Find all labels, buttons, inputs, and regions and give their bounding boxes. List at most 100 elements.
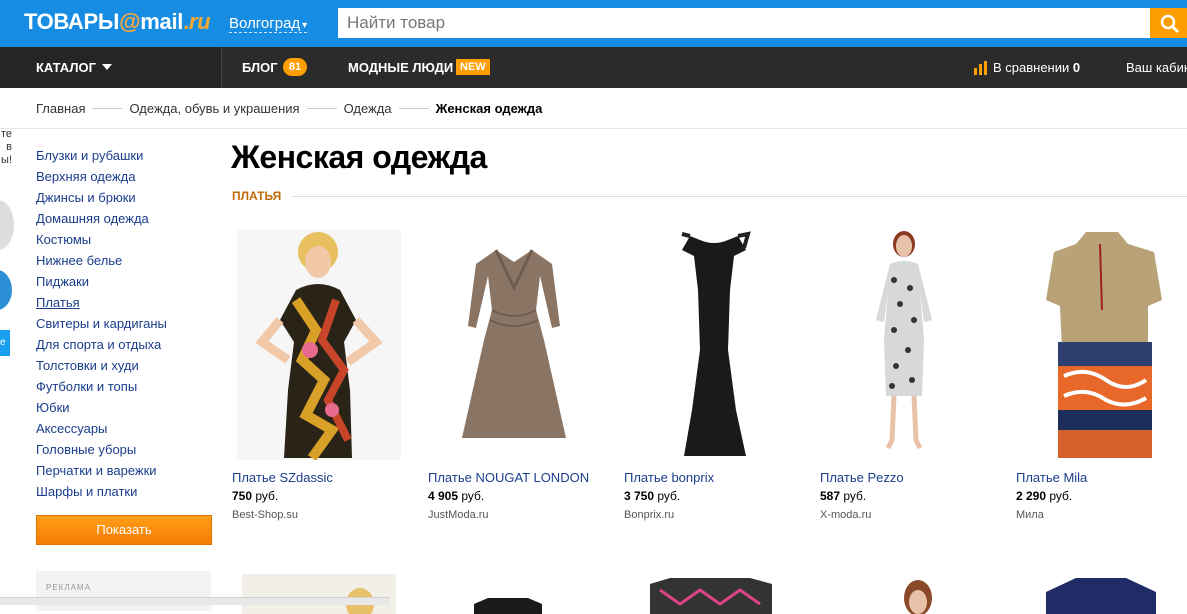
product-thumbnail	[1046, 578, 1156, 614]
breadcrumb-current: Женская одежда	[435, 101, 543, 116]
sidebar-item-suits[interactable]: Костюмы	[36, 229, 167, 250]
breadcrumb-separator	[92, 108, 123, 109]
sidebar-item-hats[interactable]: Головные уборы	[36, 439, 167, 460]
product-price: 587 руб.	[820, 489, 866, 503]
search-input[interactable]	[338, 8, 1150, 38]
product-shop[interactable]: X-moda.ru	[820, 509, 871, 521]
banner-text: те	[0, 128, 12, 140]
city-label: Волгоград	[229, 15, 301, 32]
breadcrumb-clothing[interactable]: Одежда	[344, 101, 392, 116]
site-logo[interactable]: ТОВАРЫ@mail.ru	[24, 9, 211, 35]
price-value: 2 290	[1016, 489, 1047, 503]
sidebar-item-skirts[interactable]: Юбки	[36, 397, 167, 418]
product-image[interactable]	[820, 230, 990, 460]
price-currency: руб.	[1049, 489, 1073, 503]
horizontal-scrollbar[interactable]	[0, 597, 390, 605]
sidebar-item-outerwear[interactable]: Верхняя одежда	[36, 166, 167, 187]
product-image[interactable]	[1046, 574, 1187, 614]
product-card[interactable]: Платье SZdassic 750 руб. Best-Shop.su	[232, 230, 402, 521]
price-currency: руб.	[657, 489, 681, 503]
product-card[interactable]: Платье Mila 2 290 руб. Мила	[1016, 230, 1186, 521]
nav-bar: КАТАЛОГ БЛОГ 81 МОДНЫЕ ЛЮДИ NEW В сравне…	[0, 47, 1187, 88]
catalog-button[interactable]: КАТАЛОГ	[36, 60, 112, 75]
ad-block[interactable]: РЕКЛАМА	[36, 571, 211, 611]
nav-blog-link[interactable]: БЛОГ	[242, 60, 278, 75]
breadcrumb-separator	[398, 108, 429, 109]
search-icon	[1160, 14, 1179, 33]
banner-image	[0, 200, 14, 250]
product-thumbnail	[474, 598, 542, 614]
price-currency: руб.	[255, 489, 279, 503]
banner-button: e	[0, 330, 10, 356]
product-image[interactable]	[232, 230, 402, 461]
new-badge: NEW	[456, 59, 490, 75]
product-image[interactable]	[242, 574, 402, 614]
show-button[interactable]: Показать	[36, 515, 212, 545]
sidebar-item-homewear[interactable]: Домашняя одежда	[36, 208, 167, 229]
product-image[interactable]	[1016, 230, 1186, 460]
sidebar-item-gloves[interactable]: Перчатки и варежки	[36, 460, 167, 481]
logo-text: ТОВАРЫ	[24, 9, 120, 34]
catalog-label: КАТАЛОГ	[36, 60, 96, 75]
product-image[interactable]	[428, 230, 598, 460]
compare-link[interactable]: В сравнении 0	[993, 60, 1080, 75]
divider	[292, 196, 1187, 197]
logo-ru: ru	[188, 9, 211, 34]
page-title: Женская одежда	[231, 139, 487, 175]
sidebar-item-jeans[interactable]: Джинсы и брюки	[36, 187, 167, 208]
product-price: 3 750 руб.	[624, 489, 680, 503]
price-value: 3 750	[624, 489, 655, 503]
product-image[interactable]	[624, 230, 794, 460]
product-image[interactable]	[650, 574, 810, 614]
product-image[interactable]	[898, 574, 1058, 614]
compare-label: В сравнении	[993, 60, 1070, 75]
product-name[interactable]: Платье NOUGAT LONDON	[428, 470, 589, 485]
left-side-banner[interactable]: те в ы! e	[0, 128, 14, 368]
product-card[interactable]: Платье Pezzo 587 руб. X-moda.ru	[820, 230, 990, 521]
section-heading[interactable]: ПЛАТЬЯ	[232, 189, 281, 203]
price-value: 587	[820, 489, 841, 503]
breadcrumb-home[interactable]: Главная	[36, 101, 85, 116]
product-price: 750 руб.	[232, 489, 278, 503]
sidebar-item-underwear[interactable]: Нижнее белье	[36, 250, 167, 271]
price-currency: руб.	[461, 489, 485, 503]
logo-at: @	[119, 9, 141, 34]
search-button[interactable]	[1150, 8, 1187, 38]
sidebar-item-blouses[interactable]: Блузки и рубашки	[36, 145, 167, 166]
product-card[interactable]: Платье NOUGAT LONDON 4 905 руб. JustModa…	[428, 230, 598, 521]
product-price: 2 290 руб.	[1016, 489, 1072, 503]
divider	[0, 128, 1187, 129]
product-thumbnail	[242, 574, 396, 614]
product-image[interactable]	[468, 574, 628, 614]
product-shop[interactable]: Best-Shop.su	[232, 509, 298, 521]
product-shop[interactable]: JustModa.ru	[428, 509, 489, 521]
sidebar-item-jackets[interactable]: Пиджаки	[36, 271, 167, 292]
product-card[interactable]: Платье bonprix 3 750 руб. Bonprix.ru	[624, 230, 794, 521]
nav-fashion-link[interactable]: МОДНЫЕ ЛЮДИ	[348, 60, 453, 75]
product-name[interactable]: Платье Pezzo	[820, 470, 904, 485]
sidebar-item-scarves[interactable]: Шарфы и платки	[36, 481, 167, 502]
product-name[interactable]: Платье SZdassic	[232, 470, 333, 485]
price-value: 750	[232, 489, 253, 503]
sidebar-item-sweaters[interactable]: Свитеры и кардиганы	[36, 313, 167, 334]
sidebar-item-tshirts[interactable]: Футболки и топы	[36, 376, 167, 397]
banner-image	[0, 270, 12, 310]
price-currency: руб.	[843, 489, 867, 503]
bar-chart-icon	[974, 61, 987, 75]
city-selector[interactable]: Волгоград ▾	[229, 15, 308, 33]
cabinet-link[interactable]: Ваш кабинет	[1126, 60, 1187, 75]
product-thumbnail	[904, 580, 932, 614]
breadcrumb-apparel[interactable]: Одежда, обувь и украшения	[129, 101, 299, 116]
product-shop[interactable]: Bonprix.ru	[624, 509, 674, 521]
top-bar: ТОВАРЫ@mail.ru Волгоград ▾	[0, 0, 1187, 47]
product-shop[interactable]: Мила	[1016, 509, 1044, 521]
sidebar-item-dresses[interactable]: Платья	[36, 292, 167, 313]
product-name[interactable]: Платье bonprix	[624, 470, 714, 485]
catalog-menu[interactable]: КАТАЛОГ	[0, 47, 222, 88]
blog-count-badge: 81	[283, 58, 307, 76]
sidebar-item-accessories[interactable]: Аксессуары	[36, 418, 167, 439]
banner-text: ы!	[1, 154, 12, 166]
sidebar-item-hoodies[interactable]: Толстовки и худи	[36, 355, 167, 376]
product-name[interactable]: Платье Mila	[1016, 470, 1087, 485]
sidebar-item-sport[interactable]: Для спорта и отдыха	[36, 334, 167, 355]
